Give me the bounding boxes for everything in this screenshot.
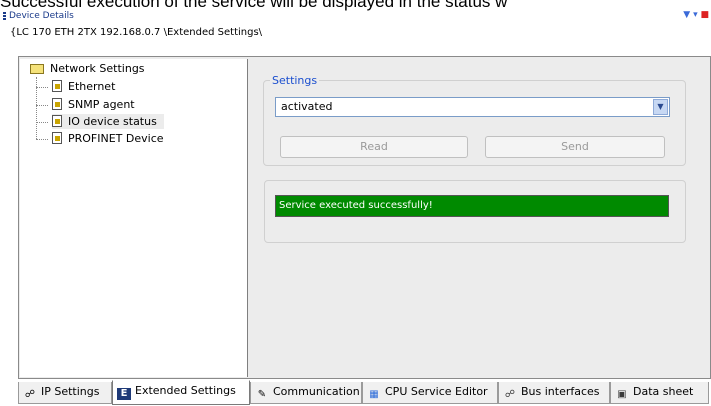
tab-extended-settings[interactable]: E Extended Settings: [112, 380, 250, 405]
communication-icon: ✎: [257, 389, 267, 400]
settings-select[interactable]: activated ▼: [275, 97, 670, 117]
tab-label: Extended Settings: [135, 384, 236, 397]
tab-label: Communication: [273, 385, 360, 398]
tree-item-label: SNMP agent: [68, 98, 135, 111]
cpu-service-icon: ▦: [369, 389, 379, 400]
chevron-down-icon[interactable]: ▼: [653, 99, 668, 115]
close-icon[interactable]: ■: [700, 10, 709, 20]
tree-connector: [36, 139, 48, 140]
tab-communication[interactable]: ✎ Communication: [250, 382, 362, 404]
settings-page-icon: [52, 132, 62, 144]
tab-label: Data sheet: [633, 385, 694, 398]
settings-page-icon: [52, 80, 62, 92]
tab-bus-interfaces[interactable]: ☍ Bus interfaces: [498, 382, 610, 404]
tree-item-label: IO device status: [68, 115, 157, 128]
tab-label: Bus interfaces: [521, 385, 600, 398]
navigation-tree: Network Settings Ethernet SNMP agent IO …: [20, 59, 248, 377]
window-controls: ▼ ▾ ■: [683, 10, 709, 20]
tab-label: IP Settings: [41, 385, 100, 398]
data-sheet-icon: ▣: [617, 389, 627, 400]
chevron-down-icon[interactable]: ▾: [693, 10, 698, 20]
status-message: Service executed successfully!: [275, 195, 669, 217]
tab-cpu-service-editor[interactable]: ▦ CPU Service Editor: [362, 382, 498, 404]
tree-connector: [36, 87, 48, 88]
network-icon: ☍: [24, 389, 36, 400]
extended-settings-icon: E: [117, 388, 131, 400]
tab-bar: ☍ IP Settings E Extended Settings ✎ Communi…: [0, 380, 711, 406]
tree-item-label: PROFINET Device: [68, 132, 164, 145]
tree-item-label: Ethernet: [68, 80, 116, 93]
send-button[interactable]: Send: [485, 136, 665, 158]
tree-node-label: Network Settings: [50, 62, 145, 75]
settings-page-icon: [52, 115, 62, 127]
folder-icon: [30, 64, 44, 74]
tree-connector: [36, 122, 48, 123]
tab-label: CPU Service Editor: [385, 385, 488, 398]
tree-connector: [36, 105, 48, 106]
settings-group-legend: Settings: [270, 74, 320, 87]
grip-icon: [3, 12, 6, 21]
title-bar: Device Details ▼ ▾ ■: [0, 10, 711, 24]
tab-data-sheet[interactable]: ▣ Data sheet: [610, 382, 709, 404]
tree-item-io-device-status[interactable]: IO device status: [52, 114, 164, 129]
device-path: {LC 170 ETH 2TX 192.168.0.7 \Extended Se…: [10, 27, 263, 38]
settings-page-icon: [52, 98, 62, 110]
window-title: Device Details: [9, 11, 74, 21]
pin-icon[interactable]: ▼: [683, 10, 690, 20]
tab-ip-settings[interactable]: ☍ IP Settings: [18, 382, 112, 404]
read-button[interactable]: Read: [280, 136, 468, 158]
bus-interfaces-icon: ☍: [504, 389, 516, 400]
settings-select-value: activated: [281, 100, 333, 113]
